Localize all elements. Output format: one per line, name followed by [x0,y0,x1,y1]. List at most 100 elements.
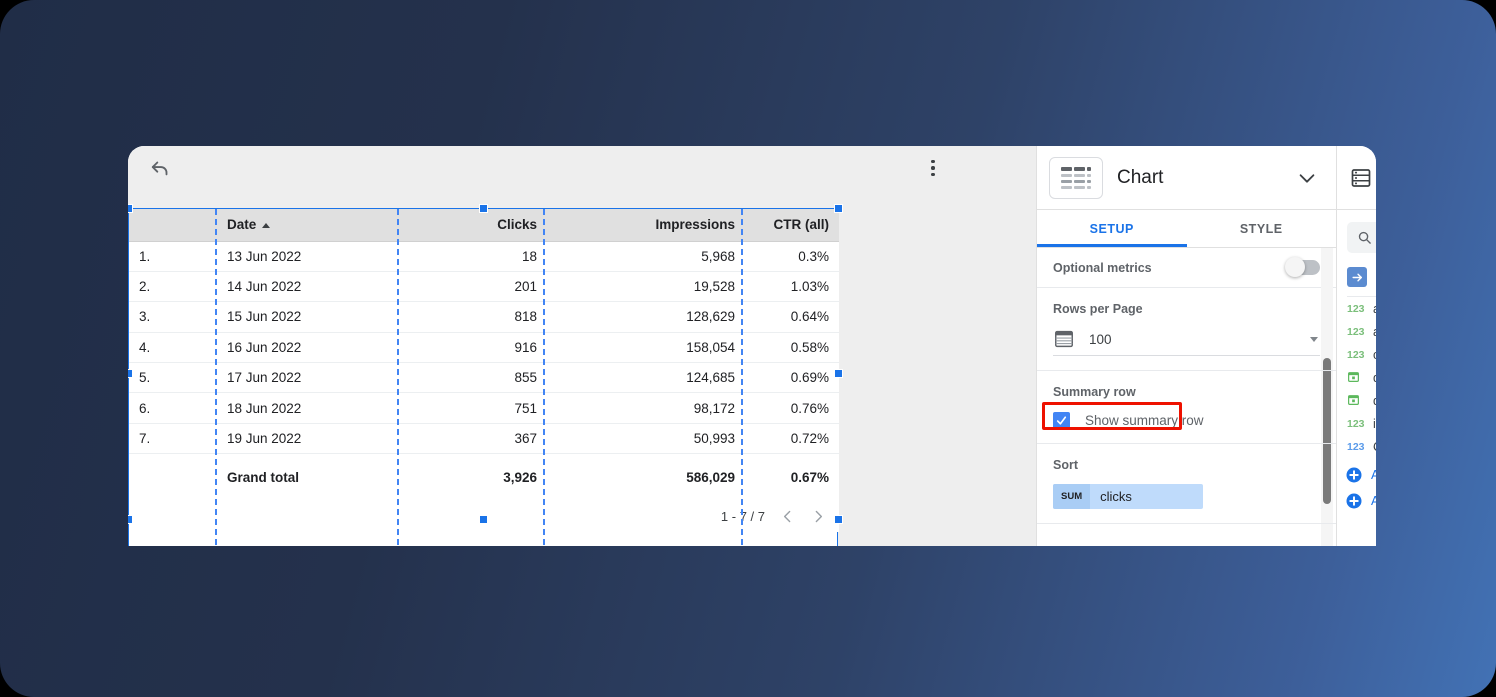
table-row[interactable]: 7. 19 Jun 2022 367 50,993 0.72% [129,423,839,453]
cell-clicks: 18 [399,241,547,271]
summary-row-section: Summary row Show summary row [1037,371,1336,444]
table-row[interactable]: 5. 17 Jun 2022 855 124,685 0.69% [129,363,839,393]
sort-asc-icon [262,223,270,228]
cell-clicks: 201 [399,271,547,301]
chevron-right-icon[interactable] [810,508,827,525]
grand-total-row: Grand total 3,926 586,029 0.67% [129,454,839,502]
field-label: actions_link_click [1373,325,1376,339]
cell-ctr: 0.64% [745,302,839,332]
selection-handle[interactable] [128,369,133,378]
field-label: date_stop [1373,394,1376,408]
selection-handle[interactable] [834,369,843,378]
show-summary-row-label: Show summary row [1085,413,1204,428]
sort-field-chip[interactable]: SUM clicks [1053,484,1203,509]
cell-impressions: 98,172 [547,393,745,423]
data-panel: Data Any Analytics and … 123 [1336,146,1376,546]
field-label: account_id [1373,302,1376,316]
cell-index: 1. [129,241,217,271]
selection-handle[interactable] [834,515,843,524]
cell-date: 18 Jun 2022 [217,393,399,423]
column-header-ctr[interactable]: CTR (all) [745,209,839,241]
table-header: Date Clicks Impressions CTR (all) [129,209,839,241]
chart-type-selector[interactable]: Chart [1037,146,1336,210]
rows-per-page-dropdown[interactable]: 100 [1053,328,1320,356]
cell-index: 4. [129,332,217,362]
data-source-row[interactable]: Any Analytics and … [1347,267,1376,297]
cell-date: 19 Jun 2022 [217,423,399,453]
caret-down-icon [1310,337,1318,342]
grand-total-clicks: 3,926 [399,454,547,502]
show-summary-row-option[interactable]: Show summary row [1053,412,1320,429]
tab-setup[interactable]: SETUP [1037,210,1187,247]
grand-total-impressions: 586,029 [547,454,745,502]
optional-metrics-label: Optional metrics [1053,261,1152,275]
tab-style[interactable]: STYLE [1187,210,1337,247]
selection-handle[interactable] [128,204,133,213]
cell-impressions: 128,629 [547,302,745,332]
cell-date: 13 Jun 2022 [217,241,399,271]
field-row-date-start[interactable]: date_start [1337,366,1376,389]
field-row-account-id[interactable]: 123 account_id [1337,297,1376,320]
rows-per-page-value: 100 [1089,332,1310,347]
cell-clicks: 916 [399,332,547,362]
grand-total-ctr: 0.67% [745,454,839,502]
report-table: Date Clicks Impressions CTR (all) 1. 13 … [129,209,839,532]
add-parameter-label: Add a parameter [1371,494,1376,508]
optional-metrics-toggle[interactable] [1286,260,1320,275]
report-canvas[interactable]: Date Clicks Impressions CTR (all) 1. 13 … [128,146,1036,546]
cell-ctr: 0.3% [745,241,839,271]
column-header-date[interactable]: Date [217,209,399,241]
show-summary-row-checkbox[interactable] [1053,412,1070,429]
cell-index: 6. [129,393,217,423]
field-row-clicks[interactable]: 123 clicks [1337,343,1376,366]
rows-per-page-section: Rows per Page 100 [1037,288,1336,371]
add-parameter-button[interactable]: Add a parameter [1337,488,1376,514]
properties-panel: Chart SETUP STYLE Optional metrics Rows … [1036,146,1336,546]
selection-handle[interactable] [479,515,488,524]
cell-date: 17 Jun 2022 [217,363,399,393]
rows-per-page-title: Rows per Page [1053,302,1320,316]
cell-date: 16 Jun 2022 [217,332,399,362]
field-row-date-stop[interactable]: date_stop [1337,389,1376,412]
chevron-down-icon[interactable] [1296,167,1318,189]
column-header-date-label: Date [227,217,256,232]
cell-index: 5. [129,363,217,393]
cell-ctr: 0.76% [745,393,839,423]
cell-impressions: 5,968 [547,241,745,271]
column-header-index[interactable] [129,209,217,241]
selection-handle[interactable] [479,204,488,213]
undo-icon[interactable] [150,157,172,179]
cell-date: 15 Jun 2022 [217,302,399,332]
column-header-impressions[interactable]: Impressions [547,209,745,241]
table-chart-widget[interactable]: Date Clicks Impressions CTR (all) 1. 13 … [128,208,838,546]
column-header-clicks[interactable]: Clicks [399,209,547,241]
search-box[interactable] [1347,222,1376,253]
selection-handle[interactable] [834,204,843,213]
table-chart-icon[interactable] [1049,157,1103,199]
field-label: clicks [1373,348,1376,362]
sort-field-label: clicks [1090,489,1132,504]
add-field-button[interactable]: Add a field [1337,462,1376,488]
more-vert-icon[interactable] [922,156,944,180]
field-row-ctr-all[interactable]: 123 CTR (all) [1337,435,1376,458]
field-row-impressions[interactable]: 123 impressions [1337,412,1376,435]
table-row[interactable]: 2. 14 Jun 2022 201 19,528 1.03% [129,271,839,301]
cell-clicks: 818 [399,302,547,332]
cell-clicks: 367 [399,423,547,453]
app-window: Date Clicks Impressions CTR (all) 1. 13 … [128,146,1376,546]
optional-metrics-row[interactable]: Optional metrics [1037,248,1336,288]
cell-index: 3. [129,302,217,332]
field-row-actions-link-click[interactable]: 123 actions_link_click [1337,320,1376,343]
selection-handle[interactable] [128,515,133,524]
chevron-left-icon[interactable] [779,508,796,525]
cell-impressions: 50,993 [547,423,745,453]
cell-clicks: 751 [399,393,547,423]
table-header-row: Date Clicks Impressions CTR (all) [129,209,839,241]
table-row[interactable]: 1. 13 Jun 2022 18 5,968 0.3% [129,241,839,271]
data-panel-header: Data [1337,146,1376,210]
cell-impressions: 158,054 [547,332,745,362]
screen-root: Date Clicks Impressions CTR (all) 1. 13 … [0,0,1496,697]
table-row[interactable]: 4. 16 Jun 2022 916 158,054 0.58% [129,332,839,362]
table-row[interactable]: 3. 15 Jun 2022 818 128,629 0.64% [129,302,839,332]
table-row[interactable]: 6. 18 Jun 2022 751 98,172 0.76% [129,393,839,423]
